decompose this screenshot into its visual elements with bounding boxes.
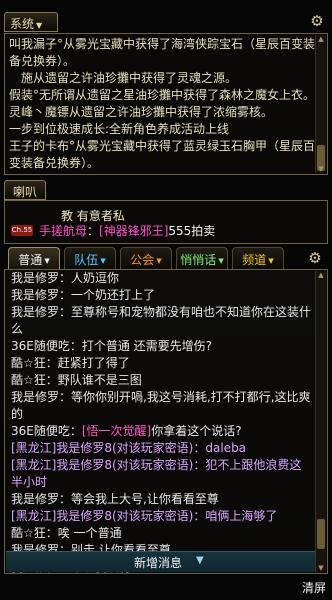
chat-message: 36E随便吃：打个普通 还需要先增伤? <box>11 338 313 355</box>
chat-text: ：咱俩上海够了 <box>193 509 278 523</box>
scroll-down-icon[interactable]: ▼ <box>316 564 326 572</box>
chat-scrollbar[interactable]: ▲ ▼ <box>315 271 326 572</box>
chat-text: ：赶紧打了得了 <box>45 356 130 370</box>
chat-sender[interactable]: 我是修罗 <box>11 492 59 506</box>
channel-tabs: 普通 ▼ 队伍 ▼ 公会 ▼ 悄悄话 ▼ 频道 ▼ ⚙ <box>4 247 328 269</box>
chat-message: 36E随便吃：[悟一次觉醒]你拿着这个说话? <box>11 423 313 440</box>
tab-trumpet[interactable]: 喇叭 <box>4 180 46 200</box>
chevron-down-icon: ▼ <box>44 256 50 265</box>
chat-sender[interactable]: 我是修罗 <box>11 288 59 302</box>
trumpet-text: 555拍卖 <box>168 224 216 238</box>
tab-guild[interactable]: 公会 ▼ <box>120 247 172 269</box>
chat-message: 酷☆狂：唉 一个普通 <box>11 525 313 542</box>
system-message: 备兑换券）。 <box>9 54 76 68</box>
new-messages-label: 新增消息 <box>134 556 183 570</box>
chat-message: 我是修罗：等你你别开喎,我这号消耗,打不打都行,这比爽的 <box>11 389 313 423</box>
tab-normal[interactable]: 普通 ▼ <box>8 247 60 269</box>
tab-team[interactable]: 队伍 ▼ <box>64 247 116 269</box>
tab-whisper[interactable]: 悄悄话 ▼ <box>176 247 228 269</box>
system-message: 灵峰丶魔镖从遗留之许油珍攤中获得了浓缩雾核。 <box>9 105 274 119</box>
chat-text: ：野队谁不是三图 <box>45 373 142 387</box>
tab-team-label: 队伍 <box>74 253 99 267</box>
chat-message: 我是修罗：等会我上大号,让你看看至尊 <box>11 491 313 508</box>
chat-text: 人奶逗你 <box>71 271 120 285</box>
arrow-down-icon: ▼ <box>196 555 204 566</box>
chat-sender[interactable]: 酷☆狂 <box>11 373 46 387</box>
trumpet-tab-label: 喇叭 <box>12 185 37 199</box>
chat-text: ： <box>69 424 82 438</box>
chevron-down-icon: ▼ <box>218 256 224 265</box>
settings-gear-icon[interactable]: ⚙ <box>308 12 326 30</box>
chat-settings-gear-icon[interactable]: ⚙ <box>306 247 324 269</box>
chat-message: [黑龙江]我是修罗8(对该玩家密语)：咱俩上海够了 <box>11 508 313 525</box>
chevron-down-icon: ▼ <box>100 256 106 265</box>
chat-text: ：等会我上大号,让你看看至尊 <box>59 492 219 506</box>
clear-screen-button[interactable]: 清屏 <box>302 579 326 596</box>
chat-sender[interactable]: 我是修罗： <box>11 271 71 285</box>
system-message-panel: 叫我漏子°从雾光宝藏中获得了海湾侠踪宝石（星辰百变装 备兑换券）。 施从遗留之许油… <box>4 33 328 175</box>
scroll-down-icon[interactable]: ▼ <box>316 165 326 173</box>
tab-guild-label: 公会 <box>130 253 155 267</box>
system-message: 一步到位极速成长:全新角色养成活动上线 <box>9 122 230 136</box>
chat-sender[interactable]: 我是修罗 <box>11 305 59 319</box>
channel-badge: Ch.55 <box>11 225 33 236</box>
system-message: 假装°无所谓从遗留之星油珍攤中获得了森林之魔女上衣。 <box>9 88 316 102</box>
chat-message: 我是修罗：至尊称号和宠物都没有咱也不知道你在这装什么 <box>11 304 313 338</box>
chat-message: 我是修罗：一个奶还打上了 <box>11 287 313 304</box>
chevron-down-icon: ▼ <box>156 256 162 265</box>
chat-text: ：daleba <box>193 441 247 455</box>
chat-text: ：一个奶还打上了 <box>59 288 156 302</box>
system-message-list: 叫我漏子°从雾光宝藏中获得了海湾侠踪宝石（星辰百变装 备兑换券）。 施从遗留之许油… <box>9 36 315 172</box>
tab-system[interactable]: 系统 ▼ <box>4 12 58 32</box>
system-message: 王子的卡布°从雾光宝藏中获得了蓝灵绿玉石胸甲（星辰百 <box>9 139 316 153</box>
chat-text-after: 你拿着这个说话? <box>151 424 242 438</box>
trumpet-line-2: 手搓航母：[神器锋邪王]555拍卖 <box>39 222 215 239</box>
tab-whisper-label: 悄悄话 <box>180 253 217 267</box>
chat-message-list: 我是修罗：人奶逗你 我是修罗：一个奶还打上了 我是修罗：至尊称号和宠物都没有咱也不知… <box>11 270 313 573</box>
chevron-down-icon: ▼ <box>36 21 43 30</box>
trumpet-colon: ： <box>87 224 100 238</box>
chevron-down-icon: ▼ <box>268 256 274 265</box>
trumpet-panel: 教 有意者私 Ch.55 手搓航母：[神器锋邪王]555拍卖 <box>4 200 328 244</box>
chat-text: ：唉 一个普通 <box>45 526 122 540</box>
chat-panel: 我是修罗：人奶逗你 我是修罗：一个奶还打上了 我是修罗：至尊称号和宠物都没有咱也不知… <box>4 269 328 574</box>
system-scrollbar[interactable]: ▲ ▼ <box>315 35 326 173</box>
chat-sender[interactable]: 36E随便吃 <box>11 339 70 353</box>
chat-text: ：打个普通 还需要先增伤? <box>69 339 213 353</box>
tab-channel-label: 频道 <box>242 253 267 267</box>
scroll-up-icon[interactable]: ▲ <box>316 35 326 43</box>
trumpet-sender[interactable]: 手搓航母 <box>39 224 87 238</box>
tab-normal-label: 普通 <box>18 253 43 267</box>
chat-sender[interactable]: 36E随便吃 <box>11 424 70 438</box>
chat-sender[interactable]: [黑龙江]我是修罗8(对该玩家密语) <box>11 441 193 455</box>
system-tab-label: 系统 <box>10 17 35 31</box>
new-messages-button[interactable]: 新增消息 ▼ <box>6 551 315 572</box>
chat-message: 酷☆狂：赶紧打了得了 <box>11 355 313 372</box>
system-message: 施从遗留之许油珍攤中获得了灵魂之源。 <box>9 71 238 85</box>
item-link[interactable]: [悟一次觉醒] <box>82 424 151 438</box>
chat-sender[interactable]: 酷☆狂 <box>11 526 46 540</box>
system-message: 叫我漏子°从雾光宝藏中获得了海湾侠踪宝石（星辰百变装 <box>9 37 316 51</box>
scroll-thumb[interactable] <box>317 519 325 549</box>
chat-message: 我是修罗：人奶逗你 <box>11 270 313 287</box>
chat-sender[interactable]: 我是修罗 <box>11 390 59 404</box>
chat-message: [黑龙江]我是修罗8(对该玩家密语)：daleba <box>11 440 313 457</box>
chat-message: [黑龙江]我是修罗8(对该玩家密语)：犯不上跟他浪费这半小时 <box>11 457 313 491</box>
tab-channel[interactable]: 频道 ▼ <box>232 247 284 269</box>
scroll-up-icon[interactable]: ▲ <box>316 271 326 279</box>
chat-message: 酷☆狂：野队谁不是三图 <box>11 372 313 389</box>
chat-sender[interactable]: [黑龙江]我是修罗8(对该玩家密语) <box>11 509 193 523</box>
system-message: 变装备兑换券）。 <box>9 156 100 170</box>
chat-sender[interactable]: [黑龙江]我是修罗8(对该玩家密语) <box>11 458 193 472</box>
chat-sender[interactable]: 酷☆狂 <box>11 356 46 370</box>
trumpet-guild-link[interactable]: [神器锋邪王] <box>99 224 168 238</box>
